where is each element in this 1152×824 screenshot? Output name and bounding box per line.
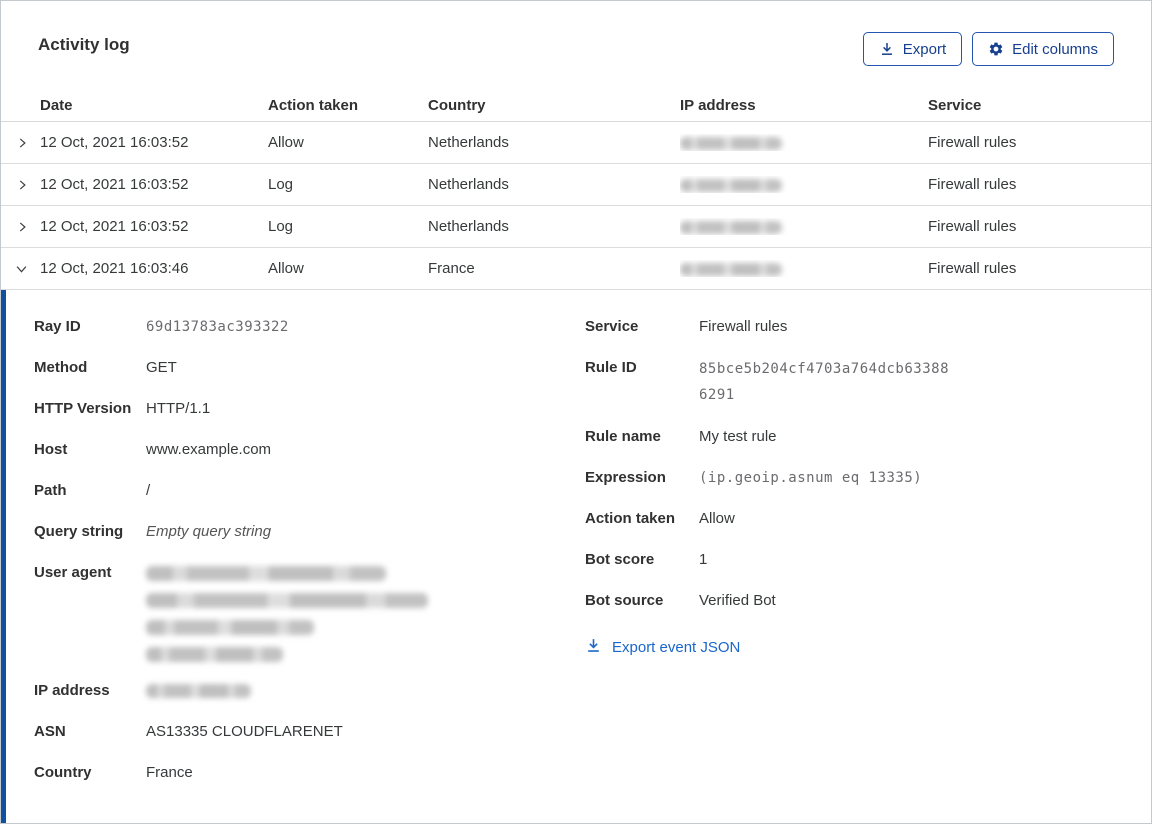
table-row[interactable]: 12 Oct, 2021 16:03:52 Allow Netherlands … xyxy=(1,122,1151,164)
cell-date: 12 Oct, 2021 16:03:52 xyxy=(40,134,189,151)
column-header-service: Service xyxy=(928,96,982,114)
redacted-ip-value xyxy=(680,262,782,276)
detail-row-ip-address: IP address xyxy=(34,679,585,703)
detail-row-rule-name: Rule name My test rule xyxy=(585,425,1151,449)
export-event-json-label: Export event JSON xyxy=(612,639,741,656)
bot-score-value: 1 xyxy=(699,551,708,568)
cell-action: Allow xyxy=(268,260,304,277)
column-header-date: Date xyxy=(40,96,73,114)
detail-row-expression: Expression (ip.geoip.asnum eq 13335) xyxy=(585,466,1151,490)
edit-columns-button-label: Edit columns xyxy=(1012,40,1098,58)
download-icon xyxy=(585,637,602,658)
rule-id-value: 85bce5b204cf4703a764dcb633886291 xyxy=(699,361,950,403)
cell-action: Log xyxy=(268,218,294,235)
event-detail-panel: Ray ID 69d13783ac393322 Method GET HTTP … xyxy=(1,290,1151,823)
ray-id-value: 69d13783ac393322 xyxy=(146,319,289,335)
detail-row-action-taken: Action taken Allow xyxy=(585,507,1151,531)
page-title: Activity log xyxy=(38,35,130,54)
cell-service: Firewall rules xyxy=(928,260,1017,277)
detail-row-user-agent: User agent xyxy=(34,561,585,662)
detail-row-service: Service Firewall rules xyxy=(585,315,1151,339)
column-header-ip: IP address xyxy=(680,96,756,114)
activity-log-page: Activity log Export Edit columns Date Ac… xyxy=(0,0,1152,824)
redacted-ip-value xyxy=(680,220,782,234)
cell-country: Netherlands xyxy=(428,218,509,235)
action-taken-value: Allow xyxy=(699,510,735,527)
cell-service: Firewall rules xyxy=(928,134,1017,151)
country-value: France xyxy=(146,764,193,781)
detail-row-ray-id: Ray ID 69d13783ac393322 xyxy=(34,315,585,339)
table-header: Date Action taken Country IP address Ser… xyxy=(1,89,1151,122)
expression-value: (ip.geoip.asnum eq 13335) xyxy=(699,470,923,486)
detail-row-query-string: Query string Empty query string xyxy=(34,520,585,544)
detail-row-bot-score: Bot score 1 xyxy=(585,548,1151,572)
detail-right-column: Service Firewall rules Rule ID 85bce5b20… xyxy=(585,315,1151,823)
table-row-expanded[interactable]: 12 Oct, 2021 16:03:46 Allow France Firew… xyxy=(1,248,1151,290)
download-icon xyxy=(879,41,895,57)
cell-action: Log xyxy=(268,176,294,193)
chevron-right-icon[interactable] xyxy=(1,178,40,192)
detail-row-method: Method GET xyxy=(34,356,585,380)
detail-row-http-version: HTTP Version HTTP/1.1 xyxy=(34,397,585,421)
chevron-down-icon[interactable] xyxy=(1,261,40,276)
topbar: Activity log Export Edit columns xyxy=(1,1,1151,89)
redacted-user-agent-value xyxy=(146,561,428,662)
column-header-country: Country xyxy=(428,96,486,114)
rule-name-value: My test rule xyxy=(699,428,777,445)
export-button-label: Export xyxy=(902,40,947,58)
cell-date: 12 Oct, 2021 16:03:52 xyxy=(40,218,189,235)
detail-row-path: Path / xyxy=(34,479,585,503)
cell-country: Netherlands xyxy=(428,134,509,151)
cell-action: Allow xyxy=(268,134,304,151)
export-button[interactable]: Export xyxy=(862,32,963,66)
export-event-json-link[interactable]: Export event JSON xyxy=(585,637,740,658)
redacted-ip-value xyxy=(680,136,782,150)
chevron-right-icon[interactable] xyxy=(1,136,40,150)
cell-country: Netherlands xyxy=(428,176,509,193)
detail-row-host: Host www.example.com xyxy=(34,438,585,462)
detail-row-rule-id: Rule ID 85bce5b204cf4703a764dcb633886291 xyxy=(585,356,1151,408)
detail-row-bot-source: Bot source Verified Bot xyxy=(585,589,1151,613)
bot-source-value: Verified Bot xyxy=(699,592,776,609)
path-value: / xyxy=(146,482,151,499)
service-value: Firewall rules xyxy=(699,318,788,335)
cell-country: France xyxy=(428,260,475,277)
cell-service: Firewall rules xyxy=(928,218,1017,235)
method-value: GET xyxy=(146,359,177,376)
detail-left-column: Ray ID 69d13783ac393322 Method GET HTTP … xyxy=(34,315,585,823)
toolbar-actions: Export Edit columns xyxy=(862,32,1114,66)
chevron-right-icon[interactable] xyxy=(1,220,40,234)
asn-value: AS13335 CLOUDFLARENET xyxy=(146,723,343,740)
column-header-action: Action taken xyxy=(268,96,359,114)
cell-date: 12 Oct, 2021 16:03:46 xyxy=(40,260,189,277)
cell-service: Firewall rules xyxy=(928,176,1017,193)
cell-date: 12 Oct, 2021 16:03:52 xyxy=(40,176,189,193)
table-row[interactable]: 12 Oct, 2021 16:03:52 Log Netherlands Fi… xyxy=(1,164,1151,206)
http-version-value: HTTP/1.1 xyxy=(146,400,211,417)
detail-row-country: Country France xyxy=(34,761,585,785)
gear-icon xyxy=(988,41,1004,57)
query-string-value: Empty query string xyxy=(146,523,272,540)
edit-columns-button[interactable]: Edit columns xyxy=(972,32,1114,66)
host-value: www.example.com xyxy=(146,441,272,458)
redacted-ip-value xyxy=(680,178,782,192)
table-row[interactable]: 12 Oct, 2021 16:03:52 Log Netherlands Fi… xyxy=(1,206,1151,248)
redacted-ip-value xyxy=(146,684,251,698)
detail-row-asn: ASN AS13335 CLOUDFLARENET xyxy=(34,720,585,744)
